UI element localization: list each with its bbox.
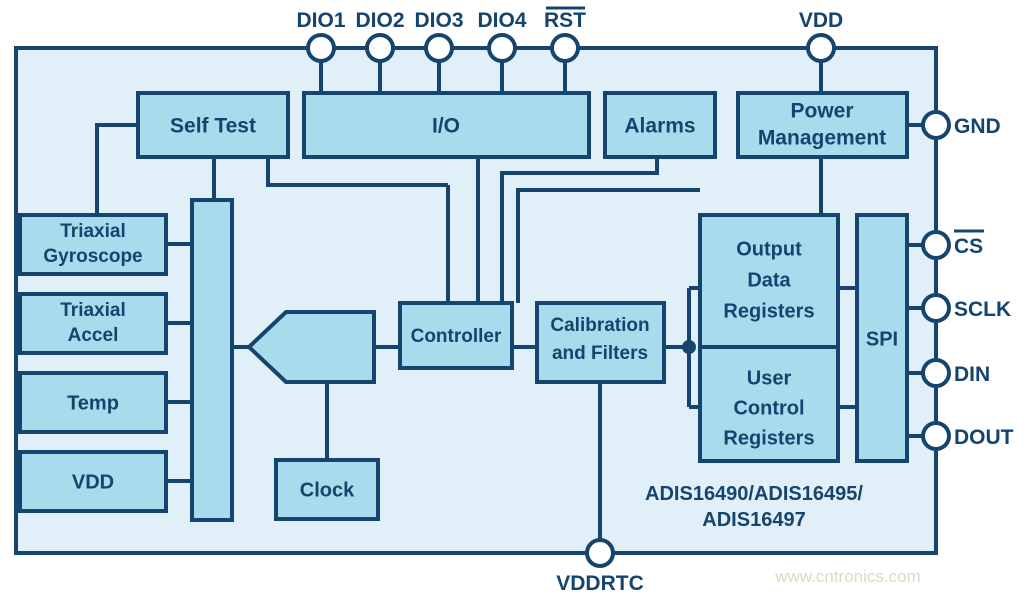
block-self-test-label: Self Test <box>170 115 256 138</box>
block-triaxial-gyroscope[interactable]: Triaxial Gyroscope <box>18 213 168 276</box>
pin-dout[interactable]: DOUT <box>921 421 1014 451</box>
block-calibration-label-line2: and Filters <box>552 343 648 364</box>
watermark-text: www.cntronics.com <box>774 567 920 586</box>
block-calibration-label-line1: Calibration <box>550 315 649 336</box>
block-user-control-registers-label-line3: Registers <box>723 427 814 449</box>
pin-gnd[interactable]: GND <box>921 110 1001 140</box>
block-io-label: I/O <box>432 115 460 138</box>
pin-sclk-label: SCLK <box>954 298 1011 321</box>
block-output-data-registers[interactable]: Output Data Registers <box>698 213 840 349</box>
block-io[interactable]: I/O <box>302 91 591 159</box>
pin-dio1-label: DIO1 <box>296 9 345 32</box>
pin-gnd-label: GND <box>954 115 1001 138</box>
block-clock[interactable]: Clock <box>274 458 380 521</box>
part-numbers-line2: ADIS16497 <box>702 509 805 531</box>
part-numbers-line1: ADIS16490/ADIS16495/ <box>645 483 863 505</box>
block-diagram-canvas: Self Test I/O Alarms Power Management Tr… <box>0 0 1031 598</box>
block-triaxial-accel-label-line1: Triaxial <box>60 300 126 321</box>
block-user-control-registers-label-line2: Control <box>733 397 804 419</box>
pin-vddrtc-label: VDDRTC <box>556 572 644 595</box>
block-self-test[interactable]: Self Test <box>136 91 290 159</box>
block-alarms-label: Alarms <box>624 115 695 138</box>
block-vdd-sensor-label: VDD <box>72 471 114 493</box>
block-calibration-and-filters[interactable]: Calibration and Filters <box>535 301 666 384</box>
block-power-management[interactable]: Power Management <box>736 91 909 159</box>
pin-dio2-label: DIO2 <box>355 9 404 32</box>
block-output-data-registers-label-line1: Output <box>736 238 802 260</box>
pin-rst-label: RST <box>544 9 586 32</box>
pin-dio4-label: DIO4 <box>477 9 526 32</box>
block-spi-label: SPI <box>866 328 898 350</box>
pin-cs[interactable]: CS <box>921 229 984 260</box>
block-triaxial-gyroscope-label-line1: Triaxial <box>60 221 126 242</box>
wire-junction-dot <box>682 340 696 354</box>
block-triaxial-accel-label-line2: Accel <box>68 325 119 346</box>
block-power-management-label-line1: Power <box>790 100 853 123</box>
pin-sclk[interactable]: SCLK <box>921 293 1011 323</box>
block-adc-bus[interactable] <box>190 198 234 522</box>
block-output-data-registers-label-line3: Registers <box>723 300 814 322</box>
block-controller-label: Controller <box>411 326 502 347</box>
pin-dout-label: DOUT <box>954 426 1014 449</box>
block-user-control-registers[interactable]: User Control Registers <box>698 345 840 463</box>
block-controller[interactable]: Controller <box>398 301 514 370</box>
block-spi[interactable]: SPI <box>855 213 909 463</box>
block-temp[interactable]: Temp <box>18 371 168 434</box>
block-vdd-sensor[interactable]: VDD <box>18 450 168 513</box>
block-temp-label: Temp <box>67 392 119 414</box>
pin-din[interactable]: DIN <box>921 358 990 388</box>
block-power-management-label-line2: Management <box>758 127 886 150</box>
block-output-data-registers-label-line2: Data <box>747 269 791 291</box>
functional-block-diagram: Self Test I/O Alarms Power Management Tr… <box>14 6 1014 595</box>
pin-cs-label: CS <box>954 235 983 258</box>
block-user-control-registers-label-line1: User <box>747 367 792 389</box>
pin-dio3-label: DIO3 <box>414 9 463 32</box>
block-triaxial-gyroscope-label-line2: Gyroscope <box>43 246 142 267</box>
block-clock-label: Clock <box>300 479 355 501</box>
block-alarms[interactable]: Alarms <box>603 91 717 159</box>
pin-din-label: DIN <box>954 363 990 386</box>
block-triaxial-accel[interactable]: Triaxial Accel <box>18 292 168 355</box>
pin-vdd-label: VDD <box>799 9 843 32</box>
